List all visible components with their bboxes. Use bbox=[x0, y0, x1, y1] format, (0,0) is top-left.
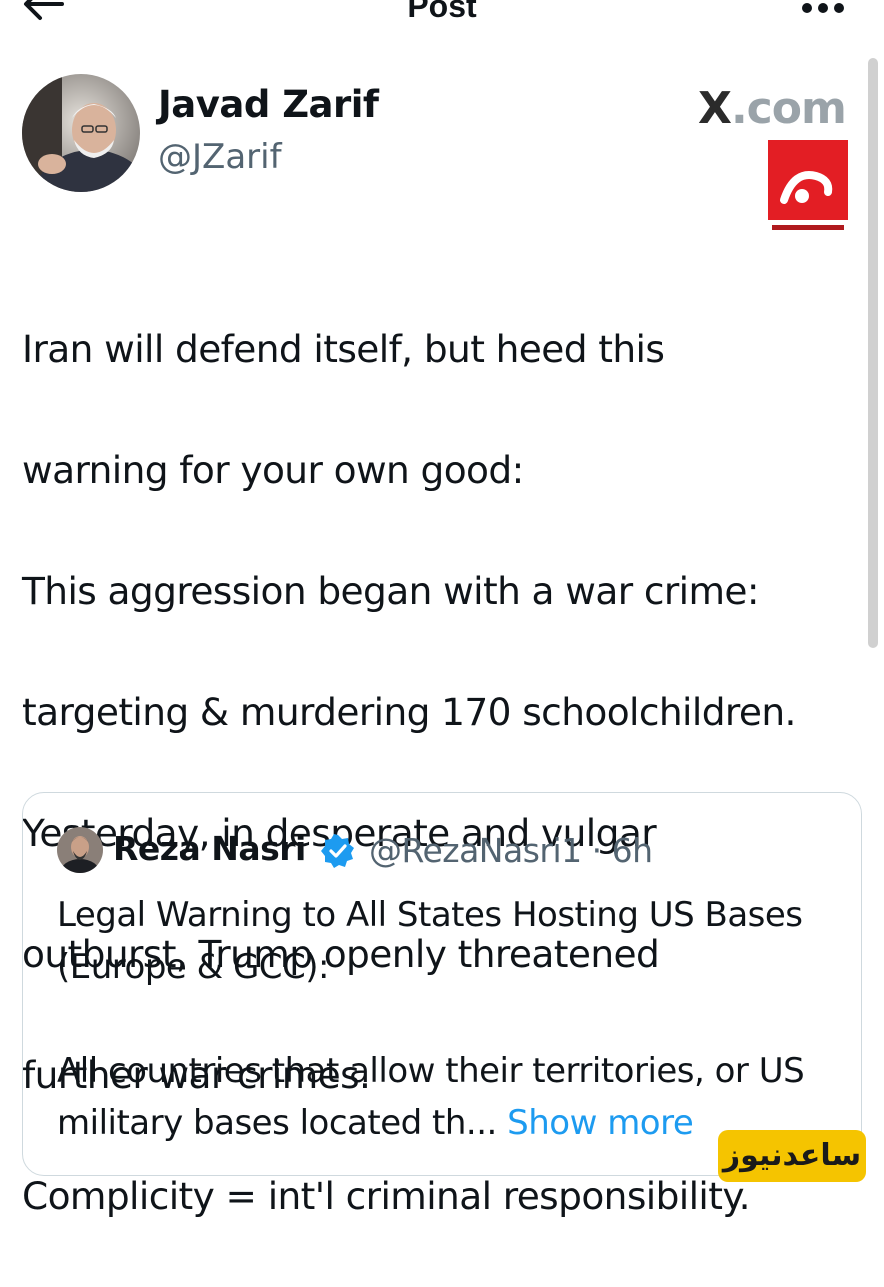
more-horizontal-icon[interactable] bbox=[800, 0, 846, 14]
news-watermark-badge: ساعدنیوز bbox=[718, 1130, 866, 1182]
author-name[interactable]: Javad Zarif bbox=[158, 82, 379, 128]
show-more-link[interactable]: Show more bbox=[507, 1103, 694, 1143]
x-logo-text: X bbox=[698, 83, 732, 134]
tweet-line: targeting & murdering 170 schoolchildren… bbox=[22, 689, 796, 734]
avatar[interactable] bbox=[22, 74, 140, 192]
quoted-post-text: Legal Warning to All States Hosting US B… bbox=[57, 889, 847, 1149]
quoted-post-paragraph: Legal Warning to All States Hosting US B… bbox=[57, 895, 803, 987]
quoted-author-handle[interactable]: @RezaNasri1 · 6h bbox=[369, 830, 653, 872]
news-agency-logo bbox=[768, 140, 848, 236]
quoted-author-name[interactable]: Reza Nasri bbox=[113, 828, 306, 870]
site-watermark: X.com bbox=[698, 84, 858, 134]
quoted-author-avatar[interactable] bbox=[57, 827, 103, 873]
verified-badge-icon bbox=[321, 834, 355, 868]
tweet-line: Iran will defend itself, but heed this bbox=[22, 326, 665, 371]
page-title: Post bbox=[407, 0, 477, 24]
author-handle[interactable]: @JZarif bbox=[158, 136, 282, 178]
top-bar: Post bbox=[0, 0, 884, 40]
site-domain-text: .com bbox=[730, 83, 847, 134]
quoted-post-card[interactable]: Reza Nasri @RezaNasri1 · 6h Legal Warnin… bbox=[22, 792, 862, 1176]
tweet-line: This aggression began with a war crime: bbox=[22, 568, 760, 613]
tweet-line: warning for your own good: bbox=[22, 447, 524, 492]
